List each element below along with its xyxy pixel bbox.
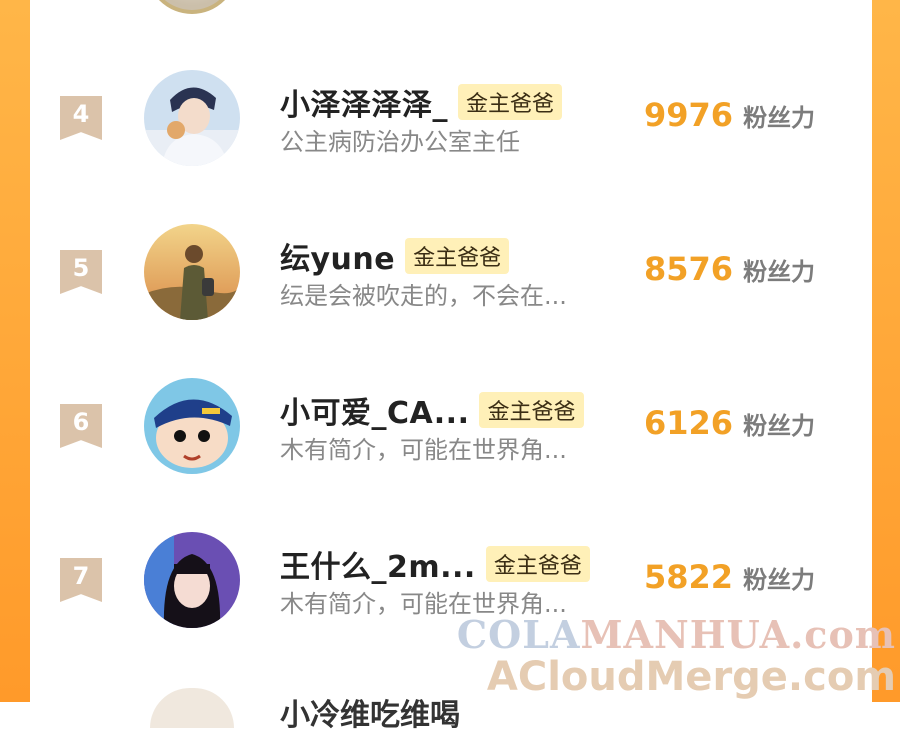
watermark-colamanhua: COLAMANHUA.com xyxy=(457,612,896,657)
watermark-acloudmerge: ACloudMerge.com xyxy=(486,654,896,700)
fan-score-value: 6126 xyxy=(644,404,734,442)
user-name[interactable]: 小泽泽泽泽_ xyxy=(280,80,448,124)
fan-score-value: 8576 xyxy=(644,250,734,288)
user-name-line: 王什么_2m... 金主爸爸 xyxy=(280,542,590,586)
fan-score: 9976 粉丝力 xyxy=(644,96,815,134)
fan-score-unit: 粉丝力 xyxy=(743,566,816,594)
user-avatar[interactable] xyxy=(144,378,240,474)
fan-score-unit: 粉丝力 xyxy=(743,104,816,132)
rank-badge: 5 xyxy=(60,250,102,294)
user-name[interactable]: 小可爱_CA... xyxy=(280,388,469,432)
fan-score: 6126 粉丝力 xyxy=(644,404,815,442)
user-bio: 木有简介，可能在世界角... xyxy=(280,436,567,464)
sponsor-badge: 金主爸爸 xyxy=(479,392,584,428)
ranking-row[interactable]: 6 小可爱_CA... 金主爸爸 木有简介，可能在世界角... 6126 粉丝力 xyxy=(0,366,900,486)
sponsor-badge: 金主爸爸 xyxy=(405,238,510,274)
user-name-line: 小泽泽泽泽_ 金主爸爸 xyxy=(280,80,563,124)
fan-score-value: 5822 xyxy=(644,558,734,596)
watermark-manhua: MANHUA.com xyxy=(580,612,896,657)
user-bio: 纭是会被吹走的，不会在... xyxy=(280,282,567,310)
fan-score: 5822 粉丝力 xyxy=(644,558,815,596)
user-name-line: 纭yune 金主爸爸 xyxy=(280,234,510,278)
fan-score-unit: 粉丝力 xyxy=(743,258,816,286)
user-name[interactable]: 纭yune xyxy=(280,234,395,278)
user-name-partial: 小冷维吃维喝 xyxy=(280,698,460,733)
fan-score: 8576 粉丝力 xyxy=(644,250,815,288)
sponsor-badge: 金主爸爸 xyxy=(458,84,563,120)
watermark-cola: COLA xyxy=(456,612,581,657)
rank-badge: 4 xyxy=(60,96,102,140)
sponsor-badge: 金主爸爸 xyxy=(485,546,590,582)
user-name-line: 小可爱_CA... 金主爸爸 xyxy=(280,388,584,432)
user-bio: 公主病防治办公室主任 xyxy=(280,128,520,156)
rank-badge: 6 xyxy=(60,404,102,448)
fan-score-value: 9976 xyxy=(644,96,734,134)
user-avatar[interactable] xyxy=(144,224,240,320)
user-avatar[interactable] xyxy=(144,70,240,166)
rank-badge: 7 xyxy=(60,558,102,602)
fan-score-unit: 粉丝力 xyxy=(743,412,816,440)
user-name[interactable]: 王什么_2m... xyxy=(280,542,476,586)
user-avatar[interactable] xyxy=(144,532,240,628)
ranking-row[interactable]: 5 纭yune 金主爸爸 纭是会被吹走的，不会在... 8576 粉丝力 xyxy=(0,212,900,332)
ranking-row[interactable]: 4 小泽泽泽泽_ 金主爸爸 公主病防治办公室主任 9976 粉丝力 xyxy=(0,58,900,178)
